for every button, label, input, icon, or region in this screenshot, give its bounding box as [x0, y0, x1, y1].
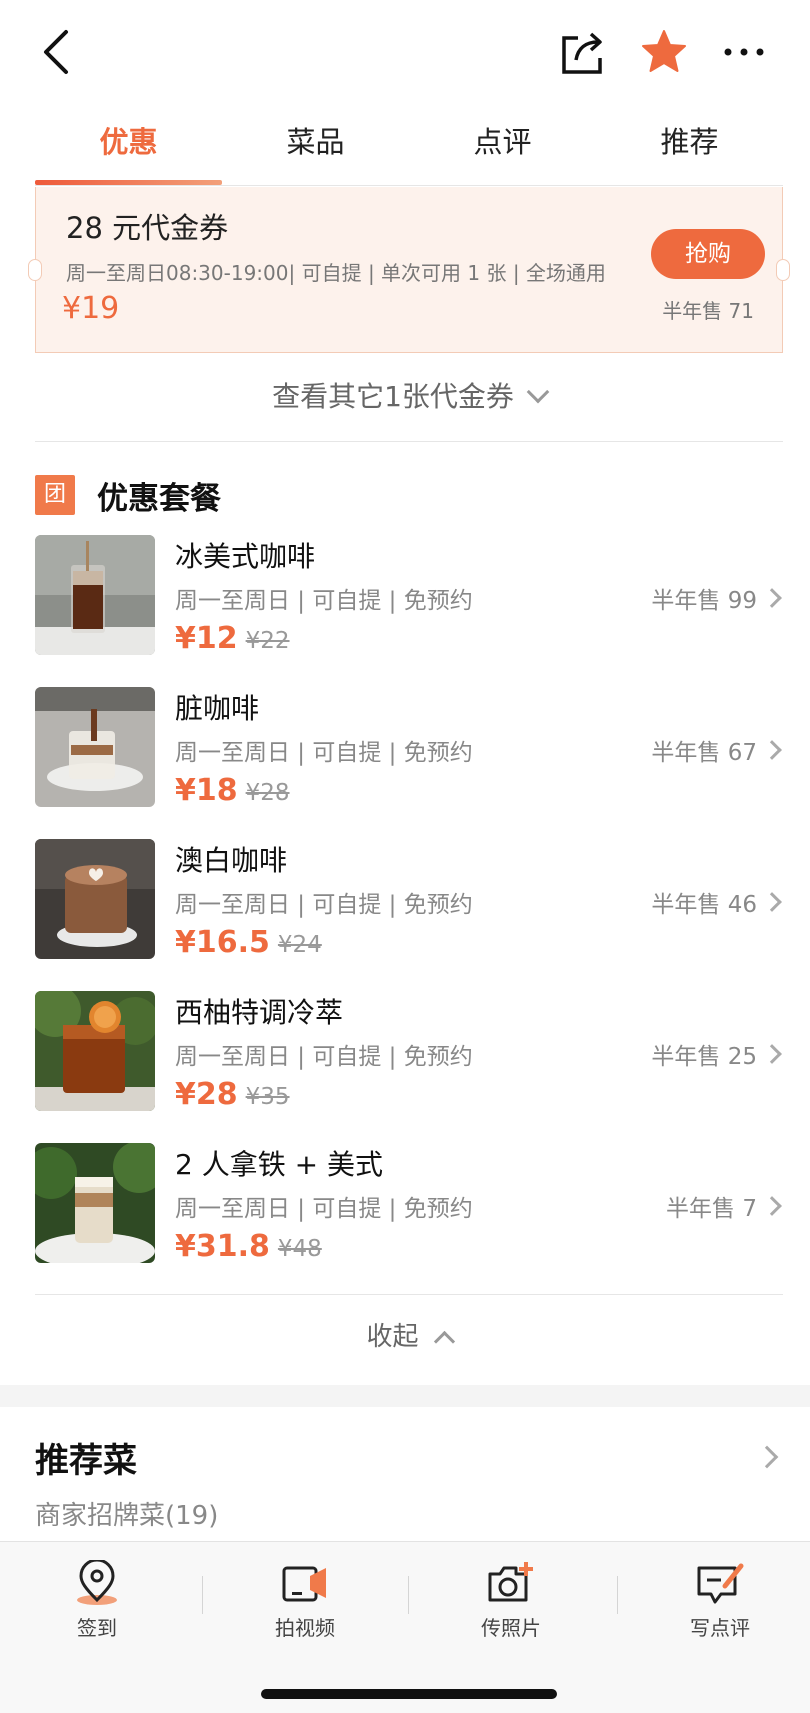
favorite-button[interactable]: [640, 28, 688, 76]
voucher-title: 28 元代金券: [66, 211, 229, 245]
bottom-action-bar: 签到 拍视频 传照片 写点评: [0, 1541, 810, 1713]
upload-photo-button[interactable]: 传照片: [451, 1560, 571, 1641]
voucher-sales: 半年售 71: [662, 299, 754, 323]
deal-description: 周一至周日 | 可自提 | 免预约: [175, 740, 473, 766]
chevron-right-icon: [762, 588, 782, 608]
ticket-notch: [776, 259, 790, 281]
deal-original-price: ¥22: [245, 628, 290, 654]
deal-price-value: ¥16.5: [175, 925, 270, 960]
deal-price-value: ¥18: [175, 773, 238, 808]
voucher-card[interactable]: 28 元代金券 周一至周日08:30-19:00| 可自提 | 单次可用 1 张…: [28, 187, 790, 353]
more-button[interactable]: [722, 38, 766, 66]
deal-sales: 半年售 25: [651, 1044, 757, 1070]
tab-discounts[interactable]: 优惠: [35, 108, 222, 185]
share-button[interactable]: [560, 30, 606, 76]
deal-original-price: ¥48: [277, 1236, 322, 1262]
deal-original-price: ¥35: [245, 1084, 290, 1110]
chevron-right-icon: [762, 1044, 782, 1064]
deal-description: 周一至周日 | 可自提 | 免预约: [175, 588, 473, 614]
upload-photo-label: 传照片: [481, 1616, 541, 1640]
camera-add-icon: [488, 1562, 533, 1602]
deal-description: 周一至周日 | 可自提 | 免预约: [175, 1044, 473, 1070]
deal-description: 周一至周日 | 可自提 | 免预约: [175, 892, 473, 918]
recommended-subtitle: 商家招牌菜(19): [35, 1501, 219, 1531]
section-tabs: 优惠 菜品 点评 推荐: [35, 108, 783, 186]
more-dots-icon: [724, 48, 764, 56]
deal-name: 西柚特调冷萃: [175, 996, 344, 1029]
recommended-title: 推荐菜: [35, 1441, 137, 1481]
separator: [617, 1576, 618, 1614]
deal-original-price: ¥28: [245, 780, 290, 806]
deal-original-price: ¥24: [277, 932, 322, 958]
tab-dishes[interactable]: 菜品: [222, 108, 409, 185]
collapse-label: 收起: [366, 1322, 419, 1352]
home-indicator: [261, 1689, 557, 1699]
collapse-button[interactable]: 收起: [35, 1294, 783, 1380]
deal-price: ¥12 ¥22: [175, 621, 290, 656]
voucher-price: ¥19: [62, 291, 120, 326]
deal-item[interactable]: 2 人拿铁 + 美式 周一至周日 | 可自提 | 免预约 ¥31.8 ¥48 半年…: [35, 1143, 783, 1265]
chevron-down-icon: [526, 380, 550, 404]
write-review-icon: [697, 1563, 744, 1604]
deal-price-value: ¥31.8: [175, 1229, 270, 1264]
separator: [202, 1576, 203, 1614]
deal-image: [35, 839, 155, 959]
recommended-dishes-section[interactable]: 推荐菜 商家招牌菜(19): [35, 1433, 783, 1531]
deal-description: 周一至周日 | 可自提 | 免预约: [175, 1196, 473, 1222]
deal-image: [35, 687, 155, 807]
deals-header: 团 优惠套餐: [35, 473, 221, 517]
deal-item[interactable]: 西柚特调冷萃 周一至周日 | 可自提 | 免预约 ¥28 ¥35 半年售 25: [35, 991, 783, 1113]
view-more-vouchers[interactable]: 查看其它1张代金券: [35, 362, 783, 442]
check-in-label: 签到: [77, 1616, 117, 1640]
deal-price-value: ¥28: [175, 1077, 238, 1112]
deal-item[interactable]: 澳白咖啡 周一至周日 | 可自提 | 免预约 ¥16.5 ¥24 半年售 46: [35, 839, 783, 961]
buy-button[interactable]: 抢购: [651, 229, 765, 279]
deal-sales: 半年售 67: [651, 740, 757, 766]
write-review-label: 写点评: [690, 1616, 750, 1640]
deal-image: [35, 535, 155, 655]
group-deal-icon: 团: [35, 475, 75, 515]
check-in-button[interactable]: 签到: [37, 1560, 157, 1641]
chevron-up-icon: [433, 1330, 455, 1353]
deal-price: ¥16.5 ¥24: [175, 925, 322, 960]
top-bar: [0, 0, 810, 105]
deal-image: [35, 991, 155, 1111]
deal-price-value: ¥12: [175, 621, 238, 656]
location-pin-icon: [77, 1560, 117, 1605]
shoot-video-button[interactable]: 拍视频: [245, 1560, 365, 1641]
back-button[interactable]: [38, 28, 78, 76]
view-more-vouchers-label: 查看其它1张代金券: [272, 380, 514, 413]
ticket-notch: [28, 259, 42, 281]
deal-item[interactable]: 脏咖啡 周一至周日 | 可自提 | 免预约 ¥18 ¥28 半年售 67: [35, 687, 783, 809]
voucher-description: 周一至周日08:30-19:00| 可自提 | 单次可用 1 张 | 全场通用: [66, 261, 606, 285]
chevron-right-icon: [762, 1196, 782, 1216]
deal-item[interactable]: 冰美式咖啡 周一至周日 | 可自提 | 免预约 ¥12 ¥22 半年售 99: [35, 535, 783, 657]
tab-recommend[interactable]: 推荐: [596, 108, 783, 185]
deal-price: ¥31.8 ¥48: [175, 1229, 322, 1264]
chevron-right-icon: [762, 892, 782, 912]
chevron-right-icon: [762, 740, 782, 760]
deal-sales: 半年售 7: [666, 1196, 757, 1222]
active-tab-indicator: [35, 180, 222, 185]
write-review-button[interactable]: 写点评: [660, 1560, 780, 1641]
deal-image: [35, 1143, 155, 1263]
deal-name: 脏咖啡: [175, 692, 260, 725]
deal-price: ¥18 ¥28: [175, 773, 290, 808]
share-icon: [562, 32, 602, 74]
deal-sales: 半年售 46: [651, 892, 757, 918]
deal-name: 澳白咖啡: [175, 844, 288, 877]
video-camera-icon: [282, 1566, 326, 1602]
shoot-video-label: 拍视频: [275, 1616, 335, 1640]
deal-name: 冰美式咖啡: [175, 540, 316, 573]
section-divider: [0, 1385, 810, 1407]
deal-name: 2 人拿铁 + 美式: [175, 1148, 383, 1181]
star-icon: [642, 30, 686, 72]
deal-price: ¥28 ¥35: [175, 1077, 290, 1112]
deal-sales: 半年售 99: [651, 588, 757, 614]
tab-reviews[interactable]: 点评: [409, 108, 596, 185]
chevron-left-icon: [44, 30, 68, 74]
deals-title: 优惠套餐: [97, 480, 221, 517]
separator: [408, 1576, 409, 1614]
